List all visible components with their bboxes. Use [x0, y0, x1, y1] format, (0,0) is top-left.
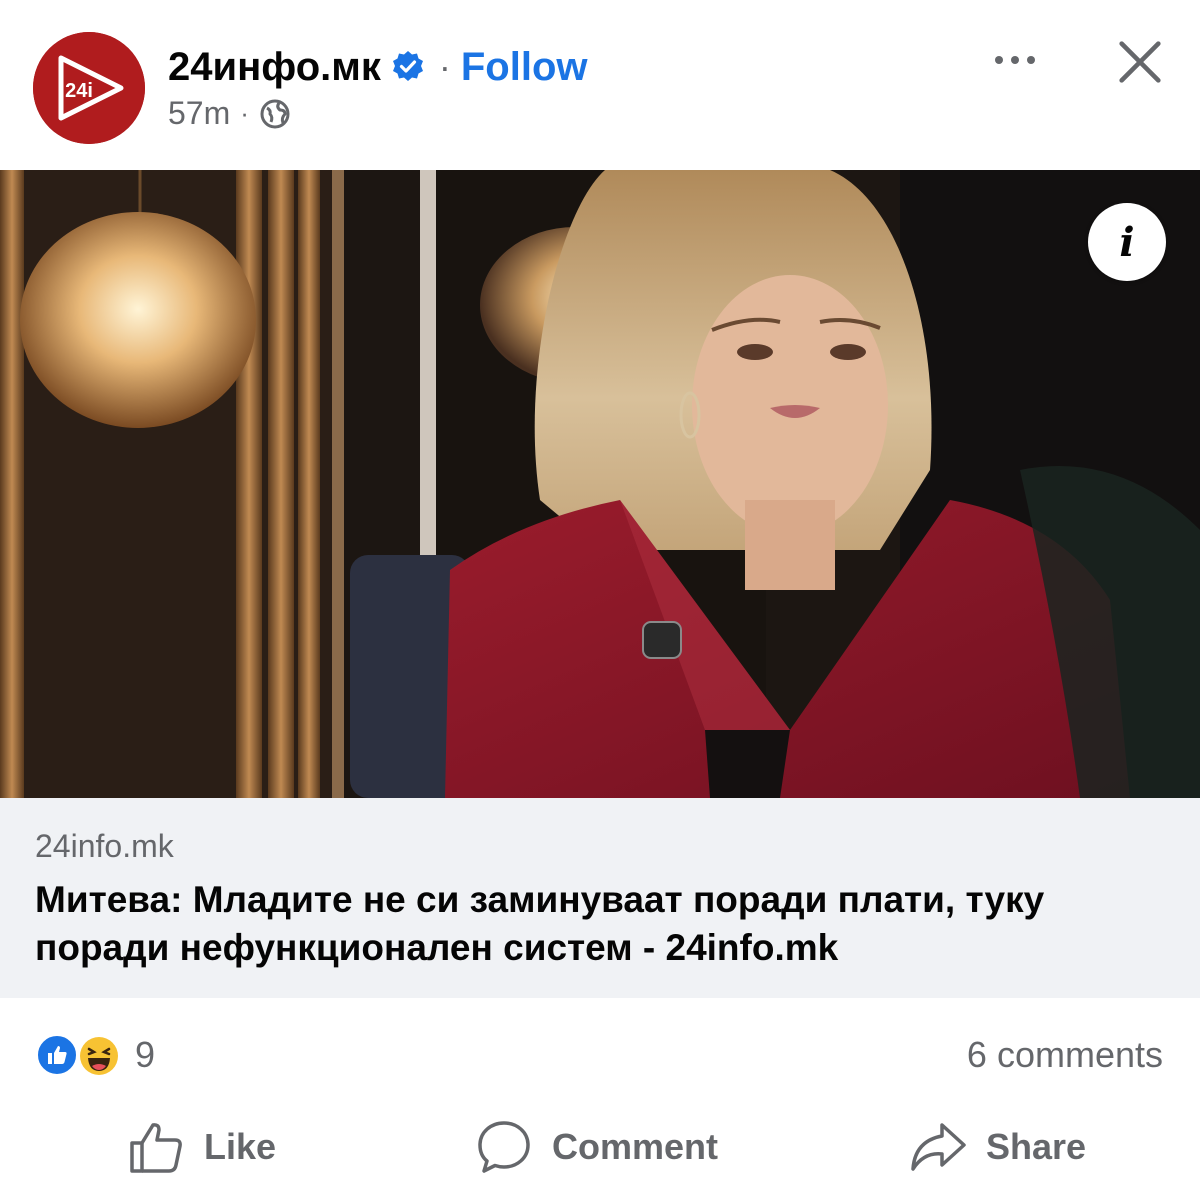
follow-button[interactable]: Follow: [461, 45, 588, 90]
share-button[interactable]: Share: [910, 1112, 1086, 1182]
post-header: 24i 24инфо.мк · Follow 57m ·: [0, 0, 1200, 170]
info-icon[interactable]: i: [1088, 203, 1166, 281]
separator-dot: ·: [438, 46, 451, 87]
comment-button[interactable]: Comment: [476, 1112, 718, 1182]
link-domain: 24info.mk: [35, 828, 174, 864]
page-name[interactable]: 24инфо.мк: [168, 45, 381, 90]
close-icon[interactable]: [1108, 30, 1172, 94]
avatar-logo-text: 24i: [65, 80, 93, 102]
more-options-icon[interactable]: [985, 38, 1045, 82]
share-label: Share: [986, 1126, 1087, 1167]
page-name-row: 24инфо.мк · Follow: [168, 40, 588, 94]
like-button[interactable]: Like: [128, 1112, 276, 1182]
like-reaction-icon[interactable]: [35, 1033, 79, 1077]
page-avatar[interactable]: 24i: [33, 32, 145, 144]
share-icon: [911, 1123, 966, 1171]
post-image[interactable]: i: [0, 170, 1200, 798]
comments-count[interactable]: 6 comments: [967, 1034, 1163, 1076]
like-label: Like: [204, 1126, 277, 1167]
link-headline[interactable]: Митева: Младите не си заминуваат поради …: [35, 876, 1165, 972]
thumbs-up-icon: [130, 1123, 182, 1173]
post-meta: 57m ·: [168, 95, 291, 132]
verified-badge-icon: [391, 50, 425, 84]
meta-separator-dot: ·: [240, 98, 249, 128]
comment-icon: [478, 1121, 530, 1173]
globe-icon: [259, 98, 291, 130]
interview-photo: [0, 170, 1200, 798]
info-icon-glyph: i: [1119, 218, 1135, 266]
haha-reaction-icon[interactable]: [76, 1033, 122, 1079]
reaction-count[interactable]: 9: [135, 1034, 155, 1076]
comment-label: Comment: [552, 1126, 719, 1167]
post-time[interactable]: 57m: [168, 95, 230, 132]
